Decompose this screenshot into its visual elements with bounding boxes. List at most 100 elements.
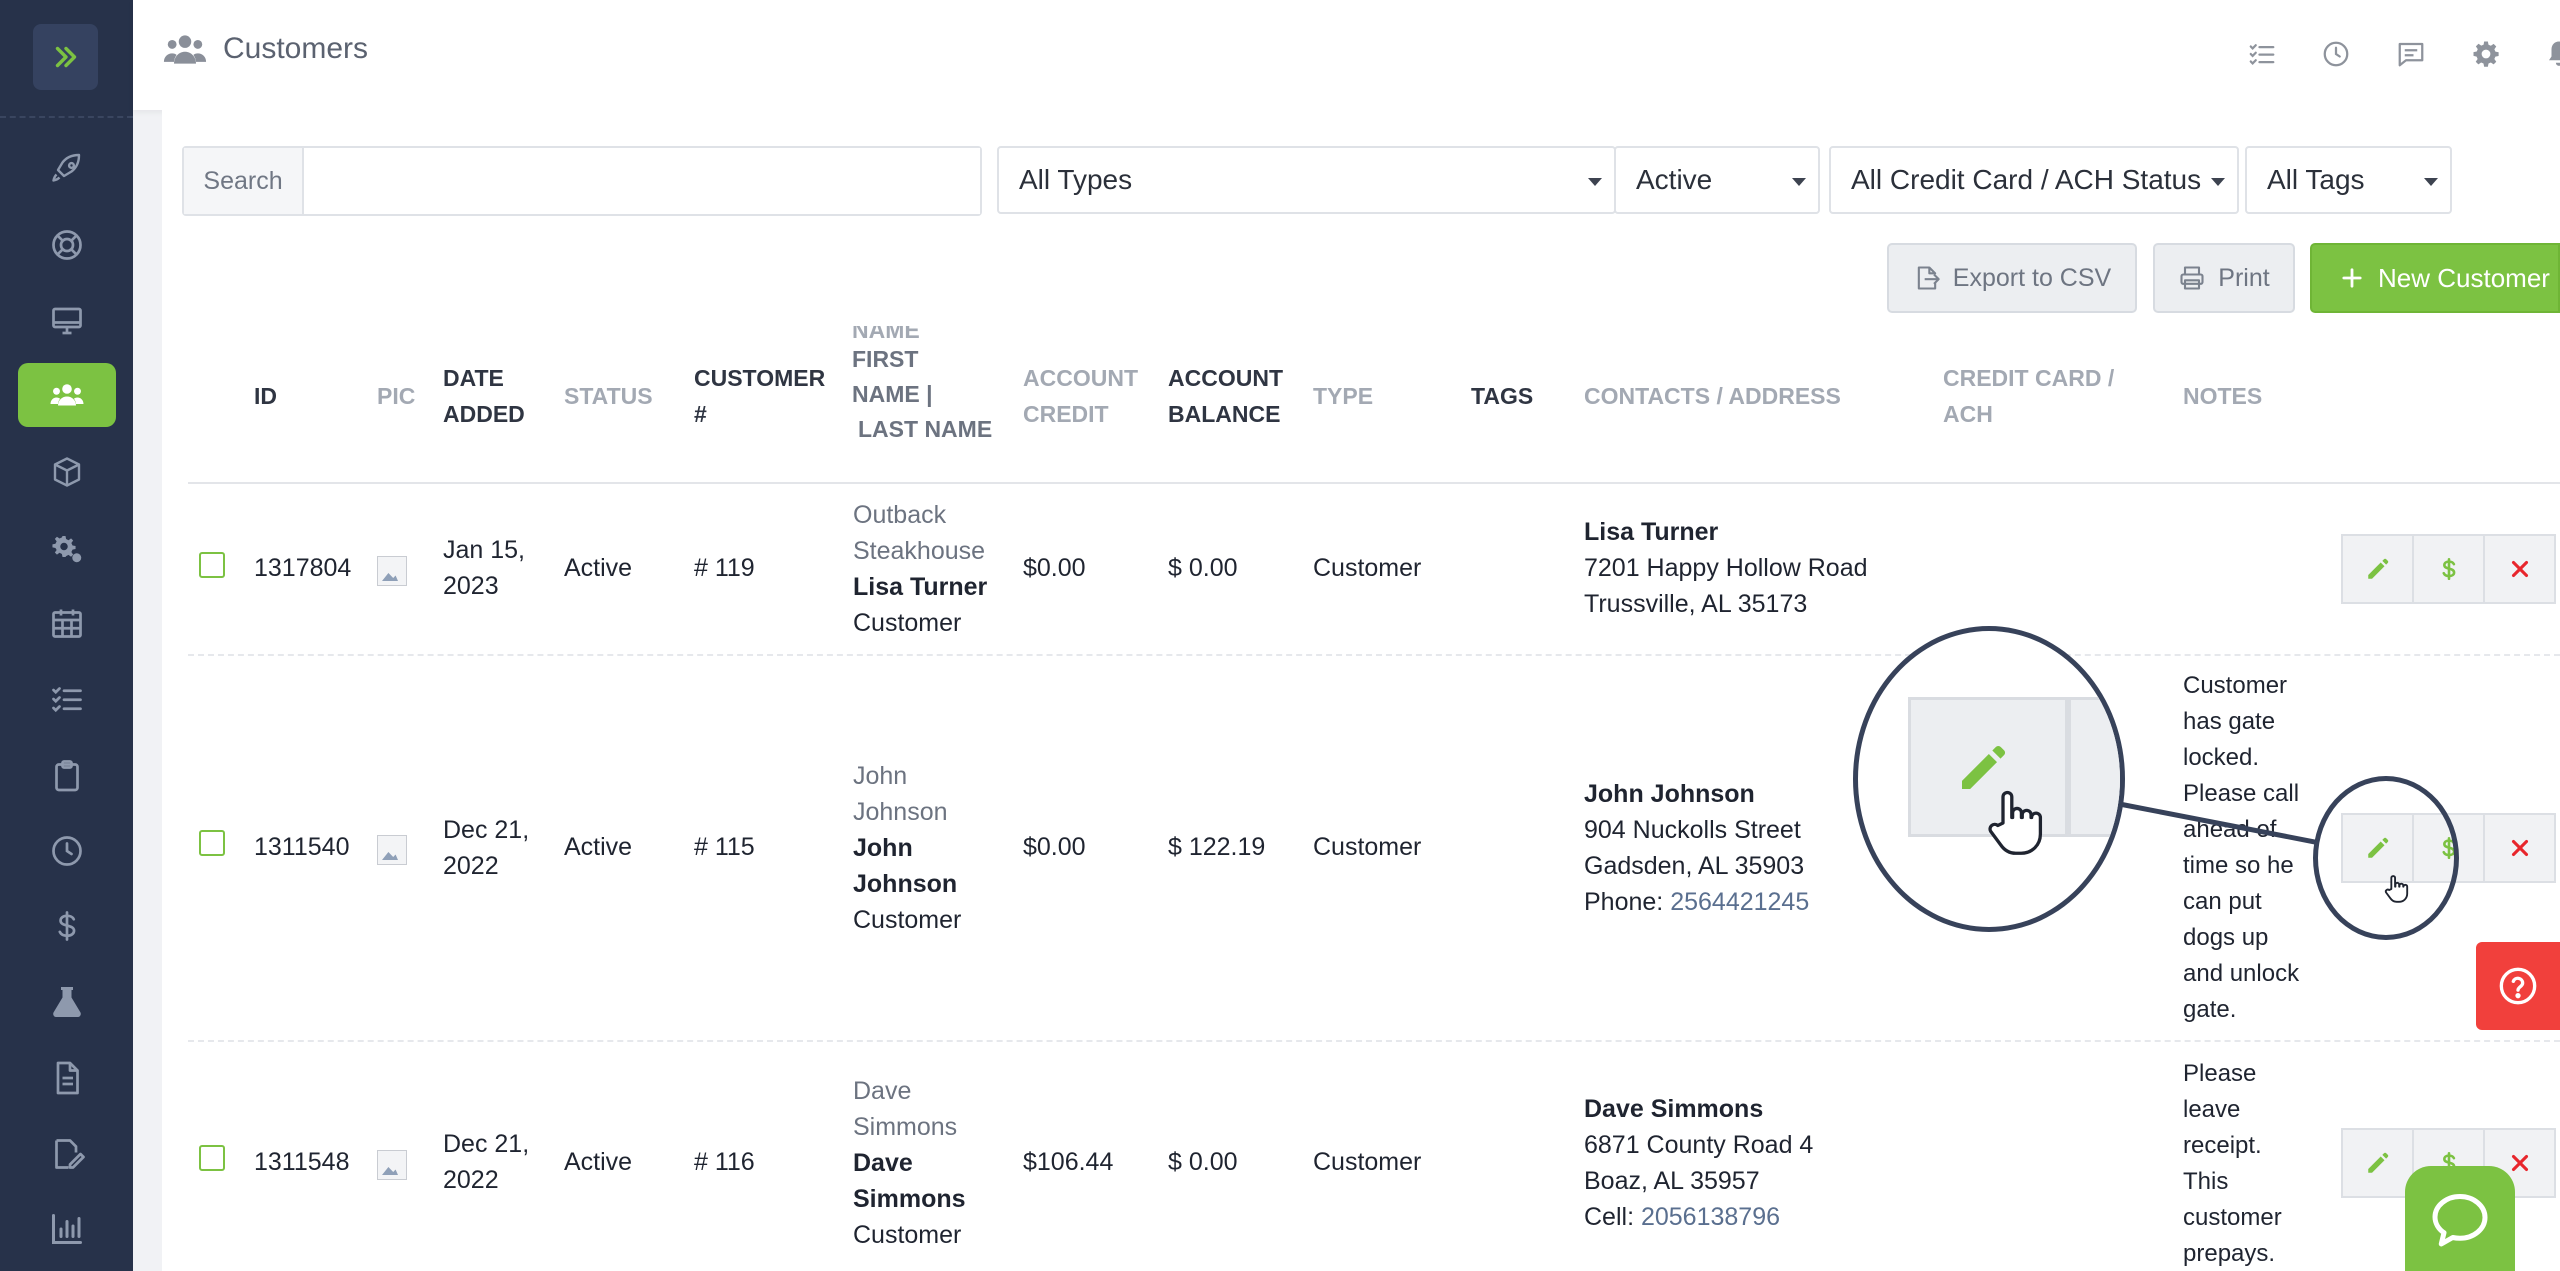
- customer-first-name: Dave: [853, 1149, 913, 1177]
- date-line1: Jan 15,: [443, 536, 526, 564]
- export-csv-button[interactable]: Export to CSV: [1887, 243, 2137, 313]
- note-line: prepays.: [2183, 1240, 2276, 1267]
- customer-role: Customer: [853, 609, 962, 637]
- sidebar-item-calendar[interactable]: [18, 591, 116, 655]
- sidebar-item-customers[interactable]: [18, 363, 116, 427]
- phone-link[interactable]: 2056138796: [1641, 1203, 1780, 1231]
- header-divider: [188, 482, 2560, 484]
- customer-id: 1311540: [254, 833, 350, 861]
- history-button[interactable]: [2320, 38, 2352, 70]
- sidebar-item-monitor[interactable]: [18, 289, 116, 353]
- sidebar-toggle-button[interactable]: [33, 24, 98, 90]
- note-line: Please call: [2183, 780, 2300, 807]
- edit-button[interactable]: [2341, 1128, 2414, 1198]
- customer-photo: [377, 835, 407, 865]
- box-icon: [53, 457, 81, 487]
- note-line: has gate: [2183, 708, 2276, 735]
- note-line: can put: [2183, 888, 2262, 915]
- sidebar-item-tasks[interactable]: [18, 667, 116, 731]
- sidebar-item-documents[interactable]: [18, 1046, 116, 1110]
- live-chat-button[interactable]: [2405, 1166, 2515, 1271]
- customer-role: Customer: [853, 906, 962, 934]
- pencil-icon: [2367, 558, 2388, 579]
- note-line: gate.: [2183, 996, 2237, 1023]
- customer-name[interactable]: John Johnson John Johnson Customer: [853, 758, 961, 938]
- tasks-icon: [52, 687, 82, 713]
- phone-link[interactable]: 2564421245: [1670, 888, 1809, 916]
- checklist-button[interactable]: [2246, 38, 2278, 70]
- credit-filter-select[interactable]: All Credit Card / ACH Status: [1829, 146, 2239, 214]
- payment-button[interactable]: [2412, 534, 2485, 604]
- notifications-button[interactable]: [2543, 38, 2560, 70]
- customer-name[interactable]: Dave Simmons Dave Simmons Customer: [853, 1073, 966, 1253]
- new-customer-button[interactable]: New Customer: [2310, 243, 2560, 313]
- date-added: Dec 21, 2022: [443, 1126, 529, 1198]
- header-date-added-line1: DATE: [443, 365, 504, 391]
- sidebar-item-settings[interactable]: [18, 516, 116, 580]
- search-input[interactable]: [304, 148, 980, 214]
- header-id[interactable]: ID: [254, 378, 277, 414]
- sidebar-item-reports[interactable]: [18, 1197, 116, 1261]
- customer-type: Customer: [1313, 1148, 1422, 1176]
- sidebar-item-timesheet[interactable]: [18, 819, 116, 883]
- chart-icon: [52, 1214, 82, 1244]
- row-checkbox[interactable]: [199, 552, 225, 578]
- sidebar-item-chemicals[interactable]: [18, 970, 116, 1034]
- export-csv-label: Export to CSV: [1952, 263, 2112, 292]
- customer-name[interactable]: Outback Steakhouse Lisa Turner Customer: [853, 497, 987, 641]
- signature-icon: [55, 1139, 85, 1169]
- header-account-credit[interactable]: ACCOUNT CREDIT: [1023, 360, 1138, 432]
- note-line: leave: [2183, 1096, 2241, 1123]
- contact-city: Gadsden, AL 35903: [1584, 852, 1805, 880]
- sidebar-item-inventory[interactable]: [18, 440, 116, 504]
- header-date-added[interactable]: DATE ADDED: [443, 360, 525, 432]
- close-icon: [2511, 560, 2528, 578]
- sidebar-item-billing[interactable]: [18, 894, 116, 958]
- customer-last-name: Johnson: [853, 870, 958, 898]
- gear-icon: [2473, 41, 2499, 67]
- question-icon: [2499, 967, 2537, 1005]
- customer-photo: [377, 556, 407, 586]
- sidebar-divider: [0, 116, 133, 118]
- zoom-focus-ring: [2313, 776, 2459, 940]
- customer-status: Active: [564, 833, 633, 861]
- sidebar-item-contracts[interactable]: [18, 1122, 116, 1186]
- phone-label: Phone:: [1584, 888, 1664, 916]
- help-button[interactable]: [2476, 942, 2560, 1030]
- zoomed-edit-button: [1908, 697, 2068, 855]
- search-group: Search: [182, 146, 982, 216]
- sidebar-item-clipboard[interactable]: [18, 743, 116, 807]
- tags-filter-select[interactable]: All Tags: [2245, 146, 2452, 214]
- row-checkbox[interactable]: [199, 1145, 225, 1171]
- status-filter-select[interactable]: Active: [1614, 146, 1820, 214]
- header-account-balance[interactable]: ACCOUNT BALANCE: [1168, 360, 1283, 432]
- type-filter-select[interactable]: All Types: [997, 146, 1616, 214]
- header-name-line3: LAST NAME: [858, 416, 993, 442]
- delete-button[interactable]: [2483, 534, 2556, 604]
- close-icon: [2511, 839, 2528, 857]
- sidebar-item-dashboard[interactable]: [18, 138, 116, 202]
- customer-full-name: Lisa Turner: [853, 573, 988, 601]
- header-name[interactable]: NAME FIRST NAME | LAST NAME: [852, 326, 992, 447]
- header-customer-number[interactable]: CUSTOMER #: [694, 360, 825, 432]
- contact-city: Boaz, AL 35957: [1584, 1167, 1760, 1195]
- header-status: STATUS: [564, 383, 653, 409]
- rocket-icon: [52, 153, 81, 182]
- edit-button[interactable]: [2341, 534, 2414, 604]
- row-checkbox[interactable]: [199, 830, 225, 856]
- header-type[interactable]: TYPE: [1313, 378, 1373, 414]
- gears-icon: [52, 536, 82, 563]
- messages-button[interactable]: [2395, 38, 2427, 70]
- account-balance: $ 0.00: [1168, 1148, 1238, 1176]
- chevron-down-icon: [2211, 178, 2225, 186]
- clock-icon: [52, 836, 82, 866]
- print-button[interactable]: Print: [2153, 243, 2295, 313]
- account-balance: $ 122.19: [1168, 833, 1266, 861]
- note-line: Customer: [2183, 672, 2288, 699]
- delete-button[interactable]: [2483, 813, 2556, 883]
- settings-button[interactable]: [2470, 38, 2502, 70]
- contact-address: Dave Simmons 6871 County Road 4 Boaz, AL…: [1584, 1091, 1813, 1235]
- header-credit-line2: CREDIT: [1023, 401, 1109, 427]
- sidebar-item-support[interactable]: [18, 213, 116, 277]
- header-cc-line1: CREDIT CARD /: [1943, 365, 2115, 391]
